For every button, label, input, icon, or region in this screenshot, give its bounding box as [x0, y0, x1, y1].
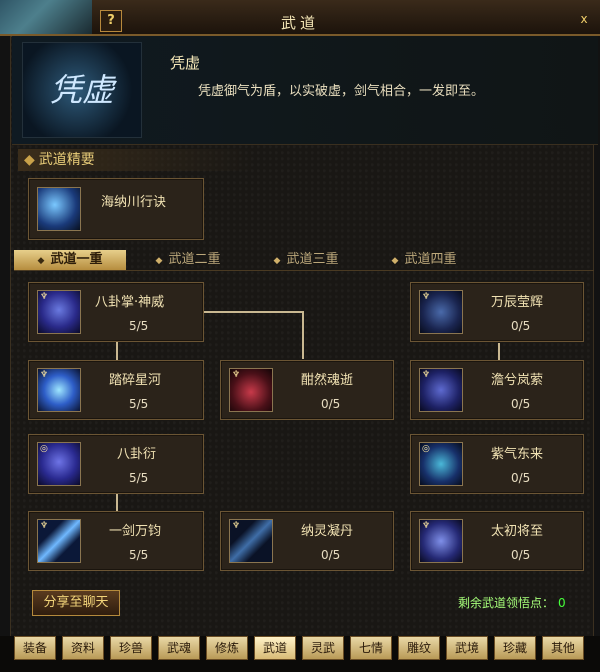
tier-badge-icon: ◎ [422, 444, 430, 454]
tab-label: 武道三重 [286, 252, 339, 267]
star-river-skill-icon: ♆ [37, 368, 81, 412]
skill-node[interactable]: ♆ 一剑万钧 5/5 [28, 511, 204, 571]
skill-node[interactable]: ♆ 踏碎星河 5/5 [28, 360, 204, 420]
bottom-tab-cultivation[interactable]: 修炼 [206, 636, 248, 660]
close-button[interactable]: x [576, 10, 592, 28]
skill-name: 太初将至 [491, 524, 544, 539]
skill-name: 万辰莹辉 [491, 295, 544, 310]
tier-tabs: ◆ 武道一重 ◆ 武道二重 ◆ 武道三重 ◆ 武道四重 [14, 250, 594, 271]
window-title: 武道 [280, 14, 319, 32]
diamond-icon: ◆ [273, 256, 281, 266]
tier-badge-icon: ♆ [422, 370, 431, 380]
tier-badge-icon: ♆ [232, 521, 241, 531]
bottom-tab-collection[interactable]: 珍藏 [494, 636, 536, 660]
tree-connector [116, 493, 118, 511]
tab-label: 武道四重 [404, 252, 457, 267]
tier-badge-icon: ♆ [40, 292, 49, 302]
bagua-skill-icon: ◎ [37, 442, 81, 486]
essential-skill-name: 海纳川行诀 [101, 195, 167, 210]
bottom-tab-other[interactable]: 其他 [542, 636, 584, 660]
tier-badge-icon: ♆ [232, 370, 241, 380]
bottom-tab-martial-path[interactable]: 武道 [254, 636, 296, 660]
points-label: 剩余武道领悟点： [458, 596, 555, 610]
bottom-tab-bar: 装备 资料 珍兽 武魂 修炼 武道 灵武 七情 雕纹 武境 珍藏 其他 [0, 636, 600, 672]
bottom-tab-equipment[interactable]: 装备 [14, 636, 56, 660]
bottom-tab-spirit-weapon[interactable]: 灵武 [302, 636, 344, 660]
spirit-blade-skill-icon: ♆ [229, 519, 273, 563]
diamond-icon: ◆ [37, 256, 45, 266]
tab-tier-2[interactable]: ◆ 武道二重 [132, 250, 244, 270]
star-glow-skill-icon: ♆ [419, 290, 463, 334]
skill-level: 0/5 [321, 397, 341, 411]
points-value: 0 [558, 596, 566, 610]
bottom-tab-martial-soul[interactable]: 武魂 [158, 636, 200, 660]
skill-name: 酣然魂逝 [301, 373, 354, 388]
skill-level: 0/5 [511, 548, 531, 562]
tier-badge-icon: ♆ [40, 521, 49, 531]
tier-badge-icon: ♆ [422, 521, 431, 531]
bottom-tab-pets[interactable]: 珍兽 [110, 636, 152, 660]
skill-emblem-icon: 凭虚 [22, 42, 142, 138]
sword-skill-icon: ♆ [37, 519, 81, 563]
bottom-tab-profile[interactable]: 资料 [62, 636, 104, 660]
skill-name: 澹兮岚萦 [491, 373, 544, 388]
palm-skill-icon: ♆ [37, 290, 81, 334]
primordial-skill-icon: ♆ [419, 519, 463, 563]
skill-level: 5/5 [129, 319, 149, 333]
section-title-essentials: ◆ 武道精要 [18, 149, 254, 171]
selected-skill-description: 凭虚御气为盾，以实破虚，剑气相合，一发即至。 [198, 84, 485, 99]
skill-level: 5/5 [129, 397, 149, 411]
tier-badge-icon: ♆ [422, 292, 431, 302]
skill-name: 八卦掌·神威 [95, 295, 165, 310]
warrior-skill-icon [37, 187, 81, 231]
tab-label: 武道一重 [50, 252, 103, 267]
share-to-chat-button[interactable]: 分享至聊天 [32, 590, 120, 616]
skill-node[interactable]: ♆ 澹兮岚萦 0/5 [410, 360, 584, 420]
mist-skill-icon: ♆ [419, 368, 463, 412]
title-bar: ? 武道 x [0, 0, 600, 36]
purple-qi-skill-icon: ◎ [419, 442, 463, 486]
bottom-tab-emotions[interactable]: 七情 [350, 636, 392, 660]
section-title-text: 武道精要 [38, 152, 95, 168]
bottom-tab-martial-realm[interactable]: 武境 [446, 636, 488, 660]
skill-level: 5/5 [129, 548, 149, 562]
skill-name: 纳灵凝丹 [301, 524, 354, 539]
diamond-icon: ◆ [155, 256, 163, 266]
bottom-tab-carvings[interactable]: 雕纹 [398, 636, 440, 660]
selected-skill-name: 凭虚 [170, 54, 201, 72]
skill-node[interactable]: ◎ 紫气东来 0/5 [410, 434, 584, 494]
skill-level: 0/5 [321, 548, 341, 562]
essential-skill-card[interactable]: 海纳川行诀 [28, 178, 204, 240]
tree-connector [116, 340, 118, 360]
skill-name: 踏碎星河 [109, 373, 162, 388]
tier-badge-icon: ◎ [40, 444, 48, 454]
skill-node[interactable]: ◎ 八卦衍 5/5 [28, 434, 204, 494]
tree-connector [498, 343, 500, 361]
skill-level: 0/5 [511, 471, 531, 485]
tab-tier-1[interactable]: ◆ 武道一重 [14, 250, 126, 270]
remaining-points: 剩余武道领悟点： 0 [458, 594, 566, 611]
tab-tier-3[interactable]: ◆ 武道三重 [250, 250, 362, 270]
tree-connector [302, 311, 304, 359]
blood-sword-skill-icon: ♆ [229, 368, 273, 412]
tier-badge-icon: ♆ [40, 370, 49, 380]
tab-tier-4[interactable]: ◆ 武道四重 [368, 250, 480, 270]
diamond-icon: ◆ [24, 152, 35, 168]
skill-node[interactable]: ♆ 酣然魂逝 0/5 [220, 360, 394, 420]
skill-name: 一剑万钧 [109, 524, 162, 539]
skill-node[interactable]: ♆ 八卦掌·神威 5/5 [28, 282, 204, 342]
skill-level: 5/5 [129, 471, 149, 485]
tab-label: 武道二重 [168, 252, 221, 267]
skill-node[interactable]: ♆ 万辰莹辉 0/5 [410, 282, 584, 342]
skill-name: 紫气东来 [491, 447, 544, 462]
skill-level: 0/5 [511, 319, 531, 333]
diamond-icon: ◆ [391, 256, 399, 266]
skill-node[interactable]: ♆ 纳灵凝丹 0/5 [220, 511, 394, 571]
tree-connector [202, 311, 304, 313]
skill-name: 八卦衍 [117, 447, 157, 462]
skill-node[interactable]: ♆ 太初将至 0/5 [410, 511, 584, 571]
skill-level: 0/5 [511, 397, 531, 411]
